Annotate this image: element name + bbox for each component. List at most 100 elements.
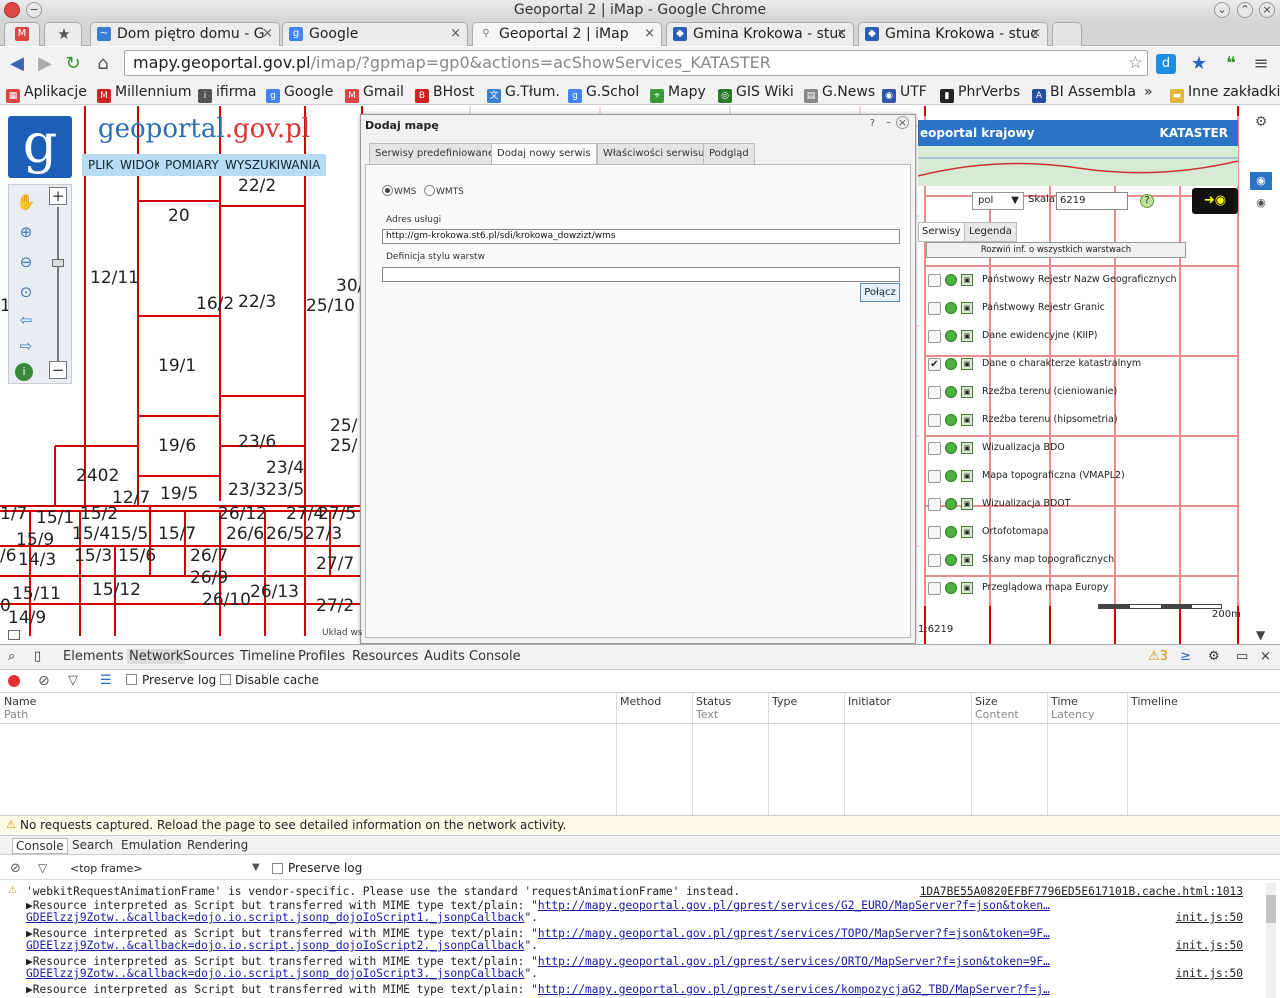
- filter-icon[interactable]: ▽: [68, 673, 78, 688]
- devtools-tab[interactable]: Timeline: [240, 649, 295, 664]
- language-select[interactable]: pol ▼: [972, 192, 1024, 210]
- devtools-tab[interactable]: Console: [469, 649, 521, 664]
- network-column-header[interactable]: Name Path: [4, 695, 36, 721]
- resize-handle[interactable]: [8, 630, 20, 640]
- scale-input[interactable]: 6219: [1056, 192, 1128, 210]
- layer-checkbox[interactable]: [928, 526, 941, 539]
- bookmark-item[interactable]: i ifirma: [198, 82, 256, 103]
- layer-row[interactable]: ▣ Ortofotomapa: [918, 520, 1218, 544]
- zoom-slider-track[interactable]: [57, 207, 59, 361]
- expand-all-button[interactable]: Rozwiń inf. o wszystkich warstwach: [926, 242, 1186, 258]
- console-url-link[interactable]: http://mapy.geoportal.gov.pl/gprest/serv…: [538, 899, 1050, 912]
- window-menu-button[interactable]: −: [26, 2, 42, 18]
- close-icon[interactable]: ×: [262, 23, 273, 45]
- console-preserve-checkbox[interactable]: [272, 863, 283, 874]
- layer-checkbox[interactable]: [928, 498, 941, 511]
- bookmark-item[interactable]: 文 G.Tłum.: [487, 82, 560, 103]
- console-message[interactable]: ▶Resource interpreted as Script but tran…: [26, 983, 1050, 996]
- network-column-header[interactable]: Type: [772, 695, 797, 708]
- tab-gmail-pinned[interactable]: M: [4, 22, 40, 46]
- layer-checkbox[interactable]: [928, 470, 941, 483]
- warning-icon[interactable]: ⚠3: [1148, 649, 1168, 664]
- device-mode-icon[interactable]: ▯: [34, 649, 41, 664]
- console-scrollbar[interactable]: [1266, 883, 1276, 998]
- bookmark-item[interactable]: B BHost: [415, 82, 474, 103]
- radio-wmts[interactable]: [424, 185, 435, 196]
- chevron-down-icon[interactable]: ▼: [252, 862, 260, 873]
- drawer-tab[interactable]: Emulation: [121, 838, 182, 852]
- bookmark-item[interactable]: M Millennium: [97, 82, 192, 103]
- back-icon[interactable]: ◀: [6, 53, 28, 75]
- bookmarks-overflow[interactable]: »: [1144, 82, 1153, 102]
- bookmark-item[interactable]: g G.Schol: [568, 82, 639, 103]
- console-url-link[interactable]: http://mapy.geoportal.gov.pl/gprest/serv…: [538, 927, 1050, 940]
- devtools-tab[interactable]: Network: [127, 649, 186, 664]
- connect-button[interactable]: Połącz: [860, 283, 900, 302]
- other-bookmarks[interactable]: ▬ Inne zakładki: [1170, 82, 1280, 103]
- reload-icon[interactable]: ↻: [62, 53, 84, 75]
- tab-add-new-service[interactable]: Dodaj nowy serwis: [491, 143, 597, 165]
- close-icon[interactable]: ×: [644, 23, 655, 45]
- console-url-link[interactable]: http://mapy.geoportal.gov.pl/gprest/serv…: [538, 983, 1050, 996]
- layer-row[interactable]: ▣ Skany map topograficznych: [918, 548, 1218, 572]
- zoom-plus-button[interactable]: +: [49, 187, 67, 205]
- settings-icon[interactable]: ⚙: [1208, 649, 1220, 664]
- clear-console-icon[interactable]: ⊘: [10, 861, 21, 876]
- console-source-link[interactable]: init.js:50: [1176, 911, 1243, 924]
- extension-quote-icon[interactable]: ❝: [1220, 53, 1242, 75]
- info-icon[interactable]: i: [15, 363, 33, 381]
- network-column-header[interactable]: Time Latency: [1051, 695, 1094, 721]
- layer-row[interactable]: ▣ Państwowy Rejestr Nazw Geograficznych: [918, 268, 1218, 292]
- layer-checkbox[interactable]: [928, 330, 941, 343]
- overview-map[interactable]: [918, 146, 1238, 186]
- layer-style-input[interactable]: [382, 267, 900, 282]
- menu-pomiary[interactable]: POMIARY: [159, 154, 225, 176]
- tab-krokowa-2[interactable]: ◆ Gmina Krokowa - stuc ×: [858, 22, 1048, 46]
- close-icon[interactable]: ×: [896, 116, 909, 129]
- layer-row[interactable]: ▣ Wizualizacja BDOT: [918, 492, 1218, 516]
- new-tab-button[interactable]: [1052, 22, 1082, 46]
- close-window-button[interactable]: ×: [1259, 2, 1275, 18]
- maximize-button[interactable]: ⌃: [1237, 2, 1253, 18]
- bookmark-item[interactable]: ◎ GIS Wiki: [718, 82, 794, 103]
- eye-icon[interactable]: ◉: [1250, 172, 1272, 190]
- drawer-tab[interactable]: Rendering: [187, 838, 248, 852]
- layer-row[interactable]: ▣ Rzeźba terenu (hipsometria): [918, 408, 1218, 432]
- layer-row[interactable]: ▣ Mapa topograficzna (VMAPL2): [918, 464, 1218, 488]
- network-column-header[interactable]: Size Content: [975, 695, 1019, 721]
- layer-checkbox[interactable]: [928, 302, 941, 315]
- address-bar[interactable]: mapy.geoportal.gov.pl/imap/?gpmap=gp0&ac…: [124, 50, 1148, 76]
- help-icon[interactable]: ?: [1140, 194, 1154, 208]
- minimize-icon[interactable]: –: [886, 117, 891, 128]
- layer-checkbox[interactable]: [928, 386, 941, 399]
- layer-row[interactable]: ▣ Dane ewidencyjne (KIIP): [918, 324, 1218, 348]
- drawer-tab[interactable]: Console: [12, 838, 68, 854]
- minimize-button[interactable]: ⌄: [1214, 2, 1230, 18]
- tab-google[interactable]: g Google ×: [282, 22, 468, 46]
- console-drawer-icon[interactable]: ≥: [1180, 649, 1191, 664]
- devtools-tab[interactable]: Resources: [352, 649, 418, 664]
- bookmark-item[interactable]: A BI Assembla: [1032, 82, 1136, 103]
- bookmark-item[interactable]: M Gmail: [345, 82, 404, 103]
- network-column-header[interactable]: Timeline: [1131, 695, 1178, 708]
- layer-row[interactable]: ▣ Państwowy Rejestr Granic: [918, 296, 1218, 320]
- bookmark-item[interactable]: ▤ G.News: [804, 82, 875, 103]
- bookmark-item[interactable]: g Google: [266, 82, 333, 103]
- visibility-toggle-icon[interactable]: ➜◉: [1192, 188, 1238, 214]
- disable-cache-checkbox[interactable]: [220, 674, 231, 685]
- layer-row[interactable]: ✔ ▣ Dane o charakterze katastralnym: [918, 352, 1218, 376]
- layer-row[interactable]: ▣ Rzeźba terenu (cieniowanie): [918, 380, 1218, 404]
- frame-select[interactable]: <top frame>: [70, 862, 143, 875]
- network-column-header[interactable]: Initiator: [848, 695, 891, 708]
- layer-row[interactable]: ▣ Przeglądowa mapa Europy: [918, 576, 1218, 600]
- bookmark-item[interactable]: ▮ PhrVerbs: [940, 82, 1020, 103]
- layer-checkbox[interactable]: ✔: [928, 358, 941, 371]
- zoom-slider-handle[interactable]: [52, 259, 64, 267]
- next-view-icon[interactable]: ⇨: [15, 335, 37, 357]
- console-source-link[interactable]: 1DA7BE55A0820EFBF7796ED5E617101B.cache.h…: [920, 885, 1243, 898]
- help-icon[interactable]: ?: [870, 118, 875, 129]
- settings-icon[interactable]: ⚙: [1250, 114, 1272, 136]
- devtools-tab[interactable]: Sources: [183, 649, 234, 664]
- radio-wms[interactable]: [382, 185, 393, 196]
- zoom-extent-icon[interactable]: ⊙: [15, 281, 37, 303]
